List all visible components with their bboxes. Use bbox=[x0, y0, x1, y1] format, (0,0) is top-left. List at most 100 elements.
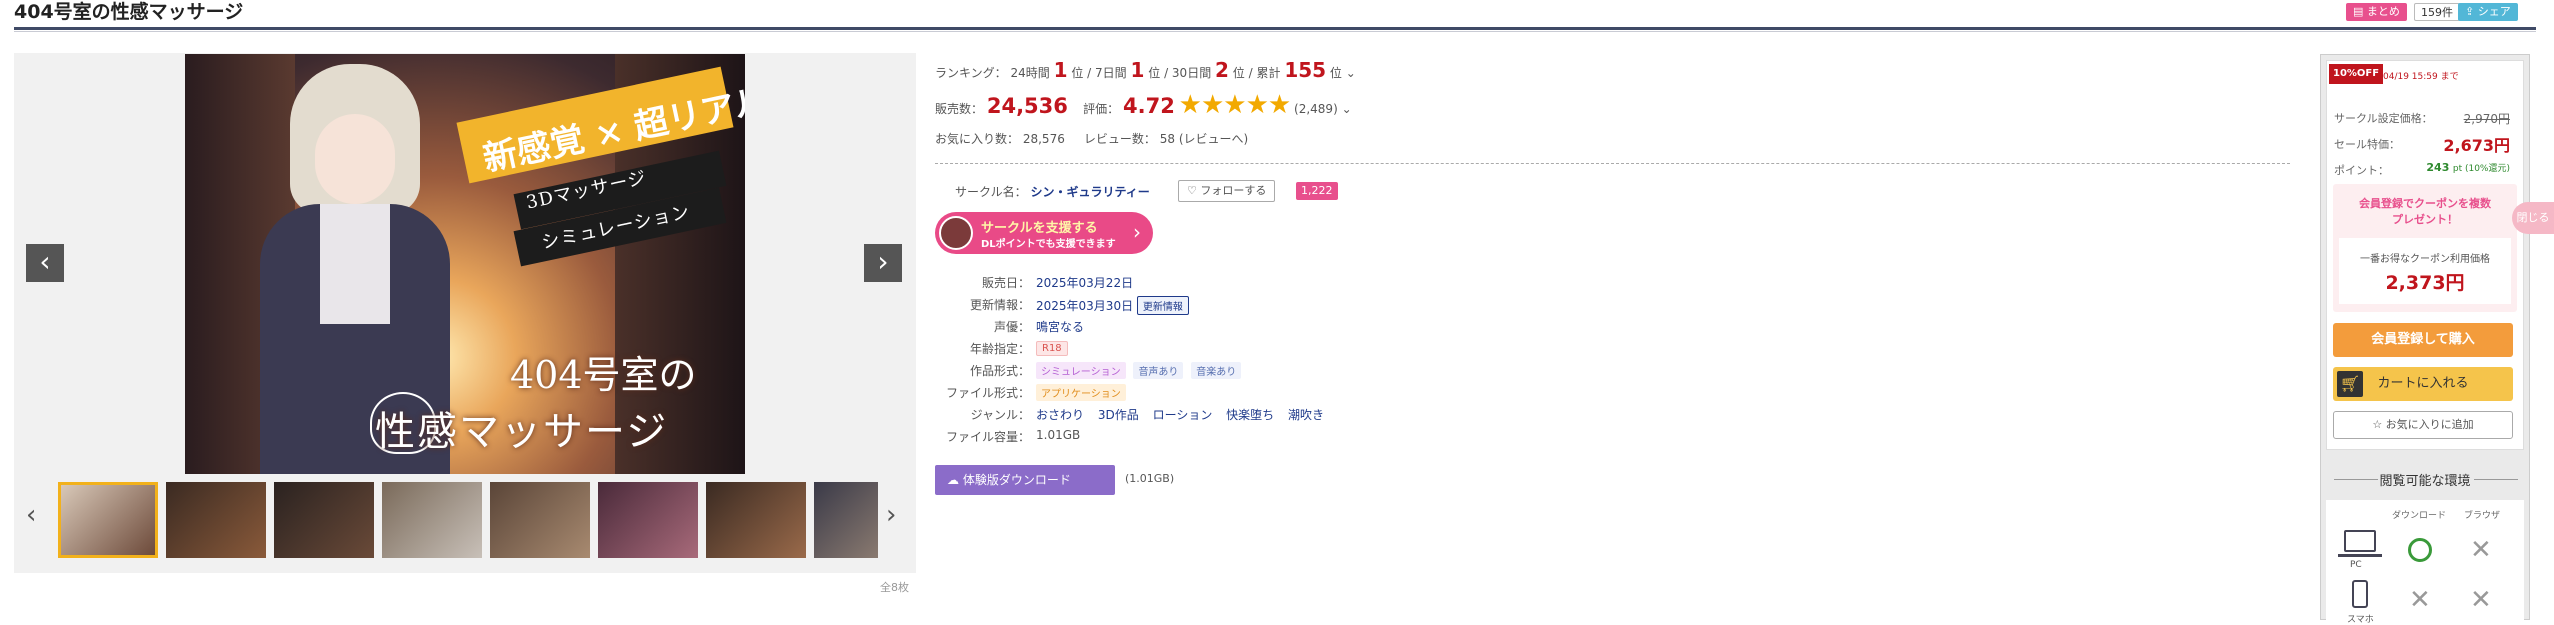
matome-button[interactable]: ▤ まとめ bbox=[2346, 3, 2407, 21]
chevron-left-icon: ‹ bbox=[26, 500, 37, 530]
list-price: 2,970円 bbox=[2463, 112, 2510, 126]
available-icon bbox=[2408, 538, 2432, 562]
share-icon: ⇪ bbox=[2465, 5, 2478, 18]
sale-end-date: 04/19 15:59 まで bbox=[2383, 72, 2459, 82]
chevron-left-icon: ‹ bbox=[39, 245, 51, 278]
rank-unit: 位 bbox=[1148, 66, 1161, 80]
format-tag[interactable]: 音楽あり bbox=[1191, 362, 1242, 379]
thumb-4[interactable] bbox=[382, 482, 482, 558]
sales-label: 販売数： bbox=[935, 102, 984, 116]
thumb-7[interactable] bbox=[706, 482, 806, 558]
point-row: 243 pt (10%還元) bbox=[2426, 161, 2510, 174]
thumb-2[interactable] bbox=[166, 482, 266, 558]
genre-link[interactable]: おさわり bbox=[1036, 408, 1084, 422]
genre-link[interactable]: ローション bbox=[1153, 408, 1213, 422]
follow-button[interactable]: ♡ フォローする bbox=[1178, 180, 1276, 202]
size-label: ファイル容量： bbox=[945, 430, 1030, 444]
update-value: 2025年03月30日 bbox=[1036, 299, 1134, 313]
age-tag[interactable]: R18 bbox=[1036, 341, 1068, 356]
add-favorite-button[interactable]: ☆ お気に入りに追加 bbox=[2333, 411, 2513, 439]
coupon-price: 2,373円 bbox=[2385, 272, 2465, 294]
phone-icon bbox=[2352, 580, 2368, 608]
size-value: 1.01GB bbox=[1036, 428, 1081, 442]
thumb-8[interactable] bbox=[814, 482, 878, 558]
rating-stars-icon: ★★★★★ bbox=[1178, 90, 1292, 120]
title-divider bbox=[14, 27, 2536, 30]
follower-count: 1,222 bbox=[1296, 182, 1338, 200]
env-divider-right bbox=[2474, 479, 2518, 480]
genre-link[interactable]: 3D作品 bbox=[1098, 408, 1139, 422]
star-outline-icon: ☆ bbox=[2372, 418, 2386, 431]
env-col-download: ダウンロード bbox=[2392, 511, 2447, 521]
rank-30d-label: 30日間 bbox=[1171, 66, 1212, 80]
thumb-3[interactable] bbox=[274, 482, 374, 558]
image-prev-button[interactable]: ‹ bbox=[26, 244, 64, 282]
pc-icon-base bbox=[2338, 554, 2382, 557]
matome-count: 159件 bbox=[2414, 3, 2460, 21]
format-label: 作品形式： bbox=[969, 364, 1030, 378]
reviews-link[interactable]: (レビューへ) bbox=[1179, 132, 1248, 146]
coupon-headline-1: 会員登録でクーポンを複数 bbox=[2359, 197, 2491, 210]
coupon-caption: 一番お得なクーポン利用価格 bbox=[2360, 254, 2490, 265]
circle-label: サークル名： bbox=[955, 185, 1027, 199]
coupon-headline[interactable]: 会員登録でクーポンを複数 プレゼント！ bbox=[2340, 196, 2510, 228]
image-logo-line1: 404号室の bbox=[510, 353, 697, 397]
circle-name-link[interactable]: シン・ギュラリティー bbox=[1030, 185, 1149, 199]
rank-unit: 位 bbox=[1071, 66, 1084, 80]
unavailable-icon: ✕ bbox=[2470, 585, 2492, 615]
unavailable-icon: ✕ bbox=[2409, 585, 2431, 615]
thumb-prev-button[interactable]: ‹ bbox=[26, 500, 36, 530]
follow-label: フォローする bbox=[1200, 184, 1267, 197]
genre-link[interactable]: 潮吹き bbox=[1288, 408, 1324, 422]
age-label: 年齢指定： bbox=[969, 342, 1030, 356]
share-label: シェア bbox=[2477, 5, 2511, 18]
thumb-5[interactable] bbox=[490, 482, 590, 558]
file-tag[interactable]: アプリケーション bbox=[1036, 384, 1126, 401]
share-button[interactable]: ⇪ シェア bbox=[2458, 3, 2518, 21]
rank-7d-value: 1 bbox=[1130, 58, 1145, 82]
file-value-row: アプリケーション bbox=[1036, 384, 1130, 401]
side-tab[interactable]: 閉じる bbox=[2512, 202, 2554, 234]
chevron-down-icon[interactable]: ⌄ bbox=[1346, 66, 1356, 80]
release-label: 販売日： bbox=[981, 276, 1030, 290]
support-circle-banner[interactable]: サークルを支援する DLポイントでも支援できます › bbox=[935, 212, 1153, 254]
image-next-button[interactable]: › bbox=[864, 244, 902, 282]
rank-total-value: 155 bbox=[1284, 58, 1327, 82]
release-value[interactable]: 2025年03月22日 bbox=[1036, 274, 1133, 291]
reviews-value: 58 bbox=[1159, 132, 1176, 146]
point-label: ポイント： bbox=[2334, 164, 2389, 177]
update-label: 更新情報： bbox=[969, 298, 1030, 312]
point-unit: pt (10%還元) bbox=[2452, 164, 2510, 174]
genre-link[interactable]: 快楽堕ち bbox=[1226, 408, 1274, 422]
circle-row: サークル名： シン・ギュラリティー bbox=[955, 183, 1150, 200]
update-tag[interactable]: 更新情報 bbox=[1136, 296, 1189, 315]
chevron-right-icon: › bbox=[877, 245, 889, 278]
thumb-6[interactable] bbox=[598, 482, 698, 558]
rank-24h-label: 24時間 bbox=[1010, 66, 1050, 80]
image-character-face bbox=[315, 114, 395, 204]
thumb-count: 全8枚 bbox=[880, 581, 909, 594]
cart-icon: 🛒︎ bbox=[2337, 371, 2363, 397]
pc-icon bbox=[2344, 530, 2376, 552]
env-col-browser: ブラウザ bbox=[2464, 511, 2501, 521]
main-product-image[interactable]: 新感覚 × 超リアル 3Dマッサージ シミュレーション 404号室の 性感マッサ… bbox=[185, 54, 745, 474]
support-line2: DLポイントでも支援できます bbox=[981, 239, 1116, 250]
rank-unit: 位 bbox=[1232, 66, 1245, 80]
book-icon: ▤ bbox=[2353, 5, 2367, 18]
rank-unit: 位 bbox=[1329, 66, 1342, 80]
title-divider-thin bbox=[14, 31, 2536, 32]
matome-label: まとめ bbox=[2366, 5, 2400, 18]
list-price-label: サークル設定価格： bbox=[2334, 112, 2433, 125]
thumb-next-button[interactable]: › bbox=[886, 500, 896, 530]
thumb-1[interactable] bbox=[58, 482, 158, 558]
format-tag[interactable]: 音声あり bbox=[1133, 362, 1184, 379]
register-buy-button[interactable]: 会員登録して購入 bbox=[2333, 323, 2513, 357]
favorites-value: 28,576 bbox=[1022, 132, 1065, 146]
favorite-label: お気に入りに追加 bbox=[2385, 418, 2474, 431]
genre-label: ジャンル： bbox=[970, 408, 1030, 422]
trial-download-button[interactable]: ☁ 体験版ダウンロード bbox=[935, 465, 1115, 495]
chevron-down-icon[interactable]: ⌄ bbox=[1342, 102, 1352, 116]
format-tag[interactable]: シミュレーション bbox=[1036, 362, 1126, 379]
coupon-headline-2: プレゼント！ bbox=[2392, 213, 2458, 226]
cv-value[interactable]: 鳴宮なる bbox=[1036, 318, 1084, 335]
